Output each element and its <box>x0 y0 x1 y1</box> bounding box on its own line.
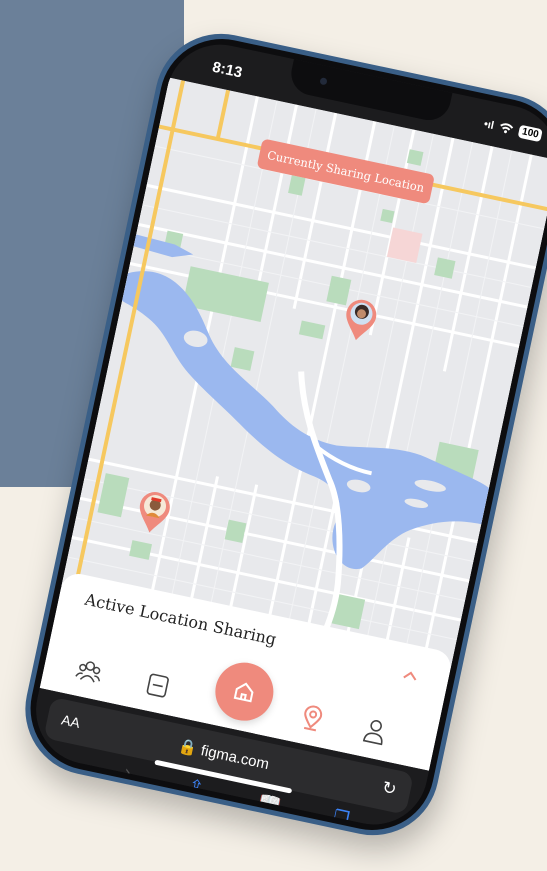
tab-location[interactable] <box>295 701 331 737</box>
camera-dot <box>319 77 328 86</box>
tab-profile[interactable] <box>357 714 393 750</box>
home-icon <box>233 682 254 703</box>
text-size-button[interactable]: AA <box>60 711 82 731</box>
profile-icon <box>362 720 383 746</box>
building-block <box>386 227 423 264</box>
chevron-up-icon[interactable] <box>401 669 419 682</box>
location-pin-icon <box>303 705 323 732</box>
friends-icon <box>75 661 101 683</box>
tab-friends[interactable] <box>72 653 108 689</box>
signal-icon: •ıl <box>482 117 496 132</box>
reload-icon[interactable]: ↻ <box>380 778 398 801</box>
wifi-icon <box>500 123 514 134</box>
status-time: 8:13 <box>210 58 244 82</box>
status-icons: •ıl 100 <box>482 117 543 143</box>
notes-icon <box>146 673 169 698</box>
tab-notes[interactable] <box>140 668 176 704</box>
url-domain: figma.com <box>199 742 271 774</box>
battery-indicator: 100 <box>517 124 543 143</box>
home-button[interactable] <box>209 657 279 727</box>
